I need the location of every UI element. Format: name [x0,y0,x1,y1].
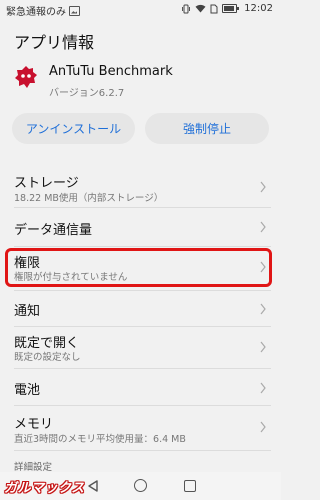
settings-item-memory[interactable]: メモリ 直近3時間のメモリ平均使用量：6.4 MB [0,406,281,448]
settings-item-label: 通知 [14,304,41,319]
settings-item-label: データ通信量 [14,223,93,238]
carrier-text: 緊急通報のみ [6,7,66,18]
settings-item-subtext: 既定の設定なし [14,352,81,363]
chevron-right-icon [260,221,266,233]
back-icon[interactable] [86,479,100,493]
settings-item-data-usage[interactable]: データ通信量 [0,208,281,246]
battery-icon [222,4,240,13]
chevron-right-icon [260,421,266,433]
watermark-logo: ガルマックス [4,481,85,496]
image-notification-icon [69,5,80,16]
settings-item-label: メモリ [14,417,54,432]
divider [14,246,271,247]
chevron-right-icon [260,181,266,193]
recents-icon[interactable] [184,480,196,492]
settings-item-notifications[interactable]: 通知 [0,291,281,326]
antutu-app-icon [15,66,37,88]
divider [14,450,271,451]
chevron-right-icon [260,382,266,394]
page-title: アプリ情報 [14,33,95,52]
settings-item-subtext: 18.22 MB使用（内部ストレージ） [14,193,164,204]
force-stop-button[interactable]: 強制停止 [145,113,269,144]
highlight-box [5,248,272,287]
app-header: AnTuTu Benchmark バージョン6.2.7 [12,60,272,104]
chevron-right-icon [260,341,266,353]
settings-item-label: 電池 [14,383,41,398]
app-name: AnTuTu Benchmark [49,64,173,79]
settings-item-open-by-default[interactable]: 既定で開く 既定の設定なし [0,327,281,367]
home-icon[interactable] [134,479,147,492]
status-bar: 緊急通報のみ 12:02 [0,0,281,20]
settings-item-storage[interactable]: ストレージ 18.22 MB使用（内部ストレージ） [0,168,281,210]
section-header-advanced: 詳細設定 [14,462,53,473]
uninstall-button[interactable]: アンインストール [12,113,135,144]
app-version: バージョン6.2.7 [49,88,125,99]
vibrate-icon [182,4,191,13]
wifi-icon [195,4,206,13]
chevron-right-icon [260,303,266,315]
sim-icon [210,4,218,13]
settings-item-label: ストレージ [14,176,79,191]
settings-item-subtext: 直近3時間のメモリ平均使用量：6.4 MB [14,434,186,445]
settings-item-battery[interactable]: 電池 [0,369,281,405]
clock: 12:02 [244,3,273,14]
